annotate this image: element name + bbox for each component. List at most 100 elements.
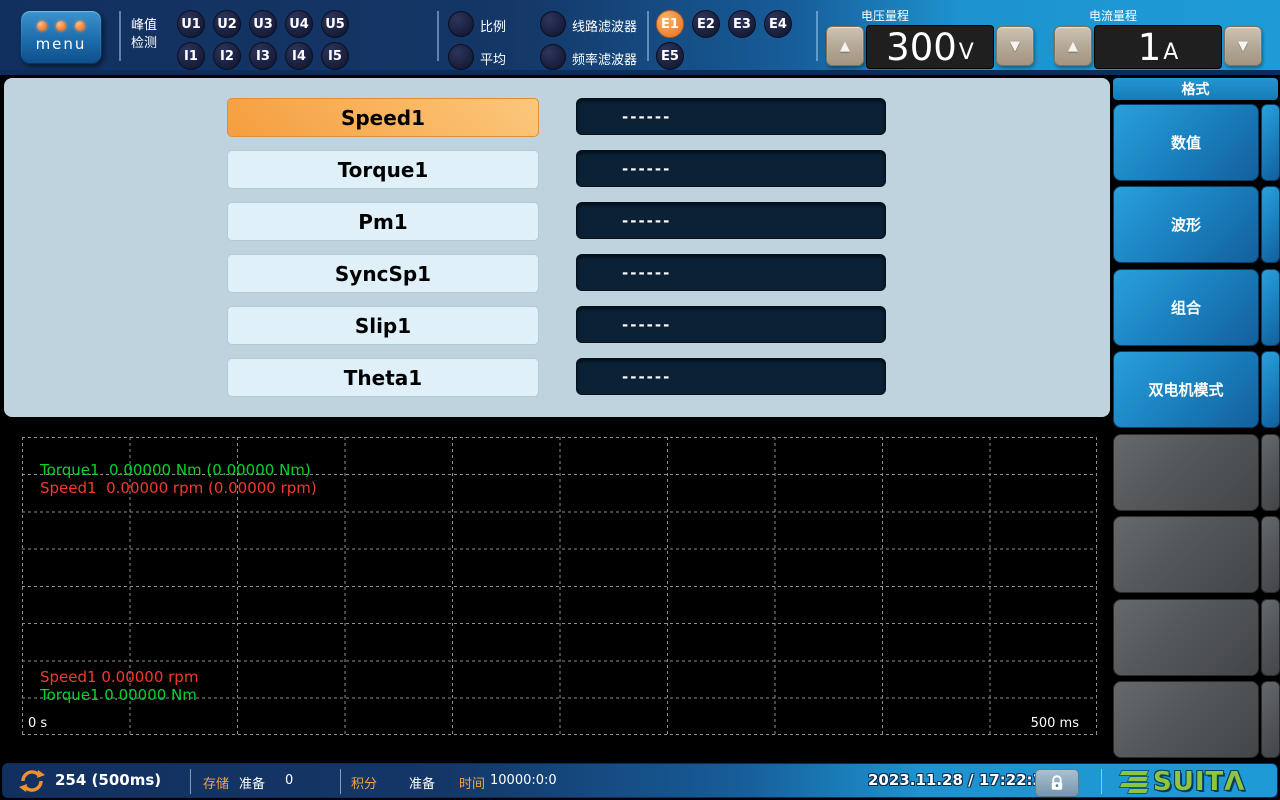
sidebar-strip-empty-3[interactable] [1261,599,1280,676]
logo-bar [1120,783,1148,787]
menu-button[interactable]: menu [20,10,102,64]
sidebar-strip-empty-1[interactable] [1261,434,1280,511]
store-count: 0 [285,773,293,788]
top-toolbar: menu 峰值 检测 U1 U2 U3 U4 U5 I1 I2 I3 I4 I5… [0,0,1280,75]
ratio-indicator[interactable] [448,11,474,37]
waveform-chart: Torque1 0.00000 Nm (0.00000 Nm) Speed1 0… [22,437,1097,735]
peak-detect-line2: 检测 [131,35,157,53]
sidebar-item-combination[interactable]: 组合 [1113,269,1259,346]
status-divider [190,769,191,794]
current-range-label: 电流量程 [1089,7,1137,24]
sidebar-item-empty-4[interactable] [1113,681,1259,758]
channel-indicator-u4[interactable]: U4 [285,10,313,38]
voltage-range-unit: V [959,40,974,65]
channel-indicator-i2[interactable]: I2 [213,42,241,70]
power-analyzer-screen: menu 峰值 检测 U1 U2 U3 U4 U5 I1 I2 I3 I4 I5… [0,0,1280,800]
param-button-slip1[interactable]: Slip1 [227,306,539,345]
param-value-syncsp1: ------ [576,254,886,291]
legend-speed-top: Speed1 0.00000 rpm (0.00000 rpm) [40,479,317,497]
suita-logo-text: SUITΛ [1153,767,1245,797]
channel-indicator-e5[interactable]: E5 [656,42,684,70]
voltage-range-label: 电压量程 [861,7,909,24]
toolbar-divider [816,11,818,61]
current-range-up-button[interactable]: ▲ [1054,26,1092,66]
average-indicator[interactable] [448,44,474,70]
sidebar-strip-empty-2[interactable] [1261,516,1280,593]
down-triangle-icon: ▼ [1010,39,1020,54]
peak-detect-line1: 峰值 [131,17,157,35]
sidebar-header-format: 格式 [1113,78,1278,100]
channel-indicator-i5[interactable]: I5 [321,42,349,70]
integration-status: 准备 [409,773,435,792]
sidebar-strip-waveform[interactable] [1261,186,1280,263]
param-value-slip1: ------ [576,306,886,343]
param-button-speed1[interactable]: Speed1 [227,98,539,137]
sidebar-item-dual-motor[interactable]: 双电机模式 [1113,351,1259,428]
channel-indicator-u1[interactable]: U1 [177,10,205,38]
channel-indicator-u2[interactable]: U2 [213,10,241,38]
param-button-pm1[interactable]: Pm1 [227,202,539,241]
time-value: 10000:0:0 [490,773,557,788]
suita-logo: SUITΛ [1121,767,1245,797]
sidebar-item-empty-2[interactable] [1113,516,1259,593]
store-status: 准备 [239,773,265,792]
param-button-syncsp1[interactable]: SyncSp1 [227,254,539,293]
x-axis-start-label: 0 s [28,716,47,731]
current-range-unit: A [1163,40,1178,65]
up-triangle-icon: ▲ [840,39,850,54]
status-divider [1101,769,1102,794]
menu-dot-icon [56,21,66,31]
channel-indicator-e3[interactable]: E3 [728,10,756,38]
sidebar-strip-dual-motor[interactable] [1261,351,1280,428]
voltage-range-up-button[interactable]: ▲ [826,26,864,66]
channel-indicator-u3[interactable]: U3 [249,10,277,38]
toolbar-divider [437,11,439,61]
current-range-down-button[interactable]: ▼ [1224,26,1262,66]
time-label: 时间 [459,773,485,792]
channel-indicator-i4[interactable]: I4 [285,42,313,70]
current-range-value: 1 [1138,29,1162,66]
sidebar-strip-combination[interactable] [1261,269,1280,346]
sidebar-item-numeric[interactable]: 数值 [1113,104,1259,181]
channel-indicator-u5[interactable]: U5 [321,10,349,38]
legend-torque-bottom: Torque1 0.00000 Nm [40,686,197,704]
menu-dot-icon [75,21,85,31]
param-button-torque1[interactable]: Torque1 [227,150,539,189]
channel-indicator-e2[interactable]: E2 [692,10,720,38]
line-filter-indicator[interactable] [540,11,566,37]
sidebar-strip-empty-4[interactable] [1261,681,1280,758]
sidebar-item-empty-1[interactable] [1113,434,1259,511]
freq-filter-indicator[interactable] [540,44,566,70]
voltage-range-value: 300 [886,29,957,66]
channel-indicator-e1[interactable]: E1 [656,10,684,38]
param-button-theta1[interactable]: Theta1 [227,358,539,397]
voltage-range-down-button[interactable]: ▼ [996,26,1034,66]
toolbar-divider [647,11,649,61]
menu-dot-icon [37,21,47,31]
param-value-speed1: ------ [576,98,886,135]
x-axis-end-label: 500 ms [1031,716,1079,731]
peak-detect-label: 峰值 检测 [131,17,157,53]
menu-button-label: menu [36,35,87,53]
lock-icon [1048,774,1066,792]
refresh-icon [19,768,45,794]
integration-label: 积分 [351,773,377,792]
param-value-torque1: ------ [576,150,886,187]
param-value-theta1: ------ [576,358,886,395]
lock-button[interactable] [1035,769,1079,797]
channel-indicator-i3[interactable]: I3 [249,42,277,70]
sidebar-strip-numeric[interactable] [1261,104,1280,181]
sidebar-item-waveform[interactable]: 波形 [1113,186,1259,263]
motor-parameter-panel: Speed1 Torque1 Pm1 SyncSp1 Slip1 Theta1 … [4,78,1110,417]
logo-bar [1120,771,1148,775]
logo-bar [1128,789,1148,793]
channel-indicator-i1[interactable]: I1 [177,42,205,70]
channel-indicator-e4[interactable]: E4 [764,10,792,38]
logo-bar [1128,777,1148,781]
line-filter-label: 线路滤波器 [572,16,637,35]
update-rate-counter: 254 (500ms) [55,771,161,789]
sidebar-item-empty-3[interactable] [1113,599,1259,676]
voltage-range-display: 300 V [866,25,994,69]
param-value-pm1: ------ [576,202,886,239]
status-divider [340,769,341,794]
